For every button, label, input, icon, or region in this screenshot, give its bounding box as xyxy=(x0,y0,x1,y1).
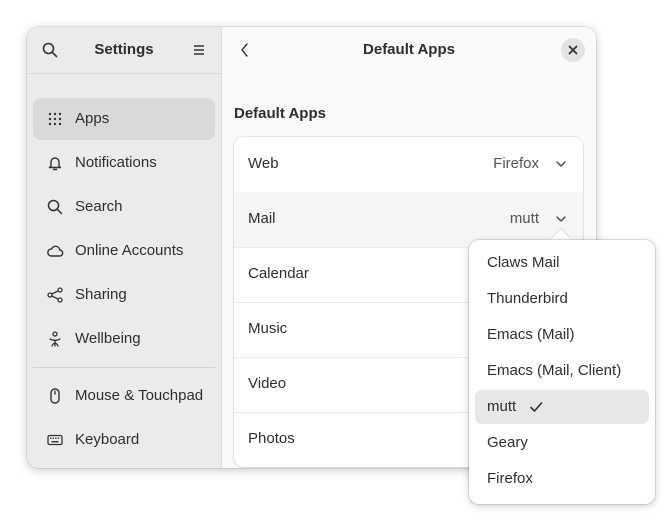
option-label: Firefox xyxy=(487,470,533,487)
sidebar-item-label: Online Accounts xyxy=(75,242,184,259)
row-value: mutt xyxy=(509,210,539,227)
option-label: Thunderbird xyxy=(487,290,568,307)
sidebar-item-label: Search xyxy=(75,198,123,215)
mouse-icon xyxy=(50,388,60,404)
popover-option-selected[interactable]: mutt xyxy=(475,390,649,424)
sidebar-item-mouse-touchpad[interactable]: Mouse & Touchpad xyxy=(33,375,215,417)
sidebar-header: Settings xyxy=(27,27,221,74)
row-web[interactable]: Web Firefox xyxy=(234,137,583,193)
sidebar-item-wellbeing[interactable]: Wellbeing xyxy=(33,318,215,360)
apps-grid-icon xyxy=(48,112,62,126)
sidebar-item-notifications[interactable]: Notifications xyxy=(33,142,215,184)
popover-option[interactable]: Geary xyxy=(475,426,649,460)
option-label: Claws Mail xyxy=(487,254,560,271)
share-icon xyxy=(47,287,63,303)
popover-option[interactable]: Emacs (Mail, Client) xyxy=(475,354,649,388)
sidebar-item-label: Sharing xyxy=(75,286,127,303)
bell-icon xyxy=(48,157,62,171)
wellbeing-icon xyxy=(49,331,61,347)
sidebar: Settings Apps Notifications Search Onlin… xyxy=(27,27,222,468)
row-label: Web xyxy=(248,155,279,172)
sidebar-item-label: Notifications xyxy=(75,154,157,171)
checkmark-icon xyxy=(530,402,543,412)
row-value: Firefox xyxy=(493,155,539,172)
cloud-icon xyxy=(47,245,64,257)
search-icon xyxy=(47,199,63,215)
row-label: Calendar xyxy=(248,265,309,282)
keyboard-icon xyxy=(47,434,63,446)
sidebar-separator xyxy=(33,367,215,368)
sidebar-item-label: Wellbeing xyxy=(75,330,141,347)
popover-option[interactable]: Firefox xyxy=(475,462,649,496)
option-label: mutt xyxy=(487,398,517,415)
sidebar-item-apps[interactable]: Apps xyxy=(33,98,215,140)
sidebar-item-search[interactable]: Search xyxy=(33,186,215,228)
popover-option[interactable]: Emacs (Mail) xyxy=(475,318,649,352)
row-label: Video xyxy=(248,375,287,392)
option-label: Emacs (Mail, Client) xyxy=(487,362,622,379)
sidebar-item-label: Mouse & Touchpad xyxy=(75,387,204,404)
popover-option[interactable]: Claws Mail xyxy=(475,246,649,280)
row-label: Photos xyxy=(248,430,295,447)
sidebar-item-online-accounts[interactable]: Online Accounts xyxy=(33,230,215,272)
page-title: Default Apps xyxy=(363,41,455,58)
popover-option[interactable]: Thunderbird xyxy=(475,282,649,316)
menu-icon[interactable] xyxy=(190,41,208,59)
chevron-down-icon xyxy=(556,161,566,167)
close-icon xyxy=(568,45,578,55)
sidebar-item-label: Keyboard xyxy=(75,431,140,448)
row-label: Mail xyxy=(248,210,276,227)
mail-app-popover: Claws Mail Thunderbird Emacs (Mail) Emac… xyxy=(469,240,655,504)
sidebar-item-sharing[interactable]: Sharing xyxy=(33,274,215,316)
close-button[interactable] xyxy=(561,38,585,62)
chevron-down-icon xyxy=(556,216,566,222)
row-label: Music xyxy=(248,320,288,337)
sidebar-item-label: Apps xyxy=(75,110,110,127)
section-title: Default Apps xyxy=(234,105,326,122)
content-header: Default Apps xyxy=(222,27,596,73)
option-label: Geary xyxy=(487,434,528,451)
sidebar-item-keyboard[interactable]: Keyboard xyxy=(33,419,215,461)
option-label: Emacs (Mail) xyxy=(487,326,575,343)
